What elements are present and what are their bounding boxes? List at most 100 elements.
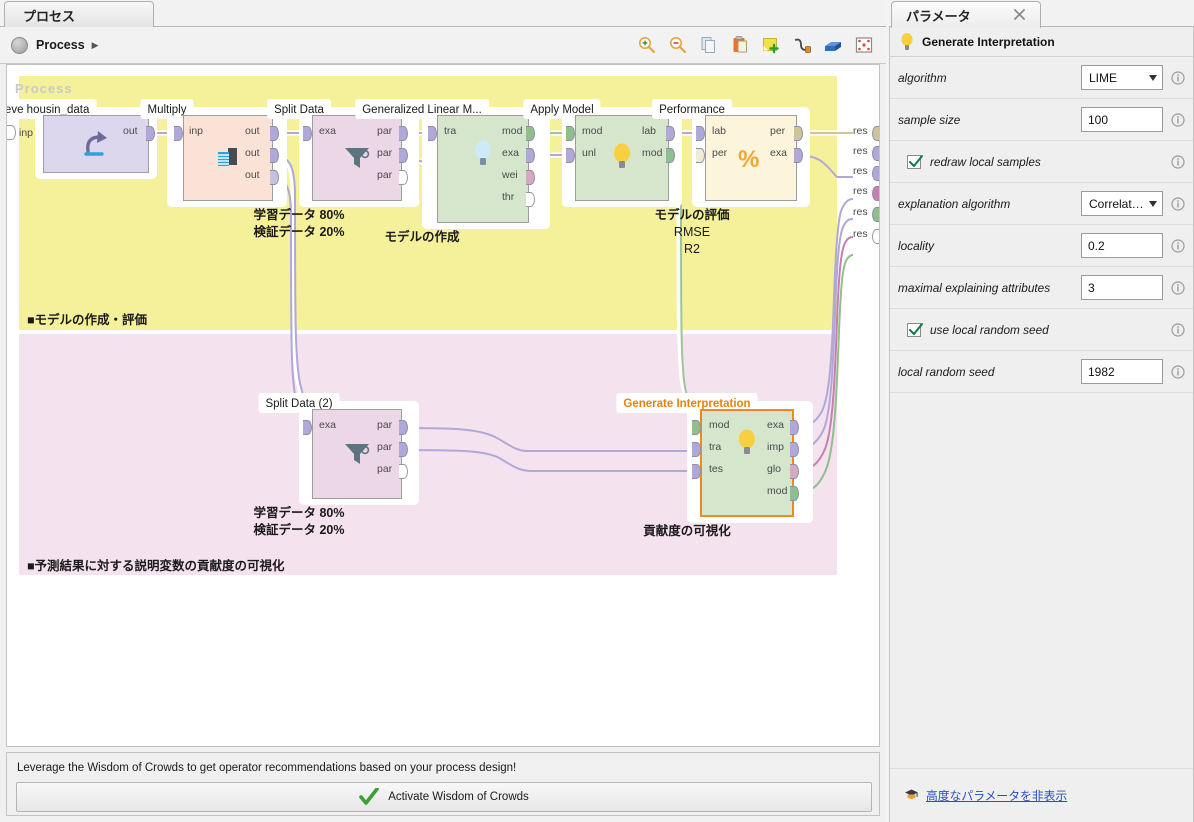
port-wei[interactable] <box>526 170 535 185</box>
note-line-1: 検証データ 20% <box>253 523 345 537</box>
zoom-in-icon[interactable] <box>637 35 657 55</box>
process-root-icon[interactable] <box>11 36 28 54</box>
auto-wire-icon[interactable] <box>792 35 812 55</box>
paste-icon[interactable] <box>730 35 750 55</box>
info-icon[interactable] <box>1171 112 1185 127</box>
param-combo-explanation-algorithm[interactable]: Correlat… <box>1081 191 1163 216</box>
note-line-1: RMSE <box>673 225 711 239</box>
port-par-2[interactable] <box>399 464 408 479</box>
param-input-locality[interactable]: 0.2 <box>1081 233 1163 258</box>
param-input-sample-size[interactable]: 100 <box>1081 107 1163 132</box>
port-label-par-2: par <box>377 169 393 181</box>
port-exa-out[interactable] <box>526 148 535 163</box>
port-inp-0[interactable] <box>174 126 183 141</box>
port-par-0[interactable] <box>399 420 408 435</box>
port-par-2[interactable] <box>399 170 408 185</box>
param-checkbox-use-local-random-seed[interactable] <box>907 322 923 337</box>
res-port-4[interactable] <box>872 207 879 222</box>
process-panel: プロセス Process ▶ Process ■モデルの作成・評価 ■予測結果に… <box>0 0 886 822</box>
port-thr[interactable] <box>526 192 535 207</box>
info-icon[interactable] <box>1171 238 1185 253</box>
percent-icon: % <box>738 146 759 172</box>
fit-to-screen-icon[interactable] <box>854 35 874 55</box>
res-port-5[interactable] <box>872 229 879 244</box>
layers-icon[interactable] <box>823 35 843 55</box>
port-per-out[interactable] <box>794 126 803 141</box>
port-mod-0[interactable] <box>526 126 535 141</box>
param-row-locality: locality 0.2 <box>890 225 1193 267</box>
info-icon[interactable] <box>1171 196 1185 211</box>
param-checkbox-redraw-local-samples[interactable] <box>907 154 923 169</box>
bulb-yellow-icon <box>901 33 913 50</box>
bulb-blue-icon <box>475 140 491 165</box>
port-label-par-1: par <box>377 441 393 453</box>
port-out-1[interactable] <box>270 148 279 163</box>
note-line-2: R2 <box>684 242 700 256</box>
zoom-out-icon[interactable] <box>668 35 688 55</box>
toggle-expert-parameters-link[interactable]: 高度なパラメータを非表示 <box>926 787 1067 804</box>
port-mod-in[interactable] <box>566 126 575 141</box>
param-value-algorithm: LIME <box>1089 70 1118 85</box>
port-glo[interactable] <box>790 464 799 479</box>
parameters-operator-header: Generate Interpretation <box>890 28 1193 57</box>
canvas-inp-port[interactable] <box>7 125 16 140</box>
port-tes[interactable] <box>692 464 701 479</box>
port-out-0[interactable] <box>270 126 279 141</box>
operator-body[interactable] <box>43 115 149 173</box>
process-toolbar: Process ▶ <box>0 27 886 64</box>
note-line-0: 学習データ 80% <box>253 208 345 222</box>
activate-wisdom-of-crowds-button[interactable]: Activate Wisdom of Crowds <box>16 782 872 812</box>
tab-parameters[interactable]: パラメータ <box>891 1 1041 28</box>
info-icon[interactable] <box>1171 280 1185 295</box>
port-par-1[interactable] <box>399 442 408 457</box>
info-icon[interactable] <box>1171 70 1185 85</box>
process-tabstrip: プロセス <box>0 0 886 28</box>
tab-parameters-label: パラメータ <box>906 8 971 24</box>
port-per-in[interactable] <box>696 148 705 163</box>
res-port-0[interactable] <box>872 126 879 141</box>
port-tra-0[interactable] <box>428 126 437 141</box>
port-mod-out[interactable] <box>790 486 799 501</box>
res-port-1[interactable] <box>872 146 879 161</box>
port-imp[interactable] <box>790 442 799 457</box>
port-out-0[interactable] <box>146 126 155 141</box>
port-lab-in[interactable] <box>696 126 705 141</box>
port-exa-out[interactable] <box>794 148 803 163</box>
port-mod-out[interactable] <box>666 148 675 163</box>
port-label-mod-in: mod <box>709 419 730 431</box>
operator-title: Multiply <box>147 104 187 116</box>
parameters-list: algorithm LIME sample size 100 redraw lo… <box>890 57 1193 393</box>
res-port-2[interactable] <box>872 166 879 181</box>
close-icon[interactable] <box>1013 8 1026 21</box>
param-label-explanation-algorithm: explanation algorithm <box>898 196 1011 211</box>
param-combo-algorithm[interactable]: LIME <box>1081 65 1163 90</box>
res-label-2: res <box>853 165 868 177</box>
param-input-local-random-seed[interactable]: 1982 <box>1081 359 1163 384</box>
param-input-maximal-explaining-attributes[interactable]: 3 <box>1081 275 1163 300</box>
port-lab[interactable] <box>666 126 675 141</box>
port-label-imp: imp <box>767 441 784 453</box>
add-note-icon[interactable] <box>761 35 781 55</box>
info-icon[interactable] <box>1171 364 1185 379</box>
res-port-3[interactable] <box>872 186 879 201</box>
port-exa-out[interactable] <box>790 420 799 435</box>
process-canvas[interactable]: model-build-eval Process ■モデルの作成・評価 ■予測結… <box>6 64 880 747</box>
param-value-maximal-explaining-attributes: 3 <box>1088 280 1095 295</box>
port-mod-in[interactable] <box>692 420 701 435</box>
port-tra[interactable] <box>692 442 701 457</box>
operator-note: モデルの評価 RMSE R2 <box>654 207 729 258</box>
info-icon[interactable] <box>1171 154 1185 169</box>
port-exa-0[interactable] <box>303 420 312 435</box>
tab-process[interactable]: プロセス <box>4 1 154 28</box>
breadcrumb-process[interactable]: Process <box>36 38 85 52</box>
port-out-2[interactable] <box>270 170 279 185</box>
info-icon[interactable] <box>1171 322 1185 337</box>
chevron-down-icon <box>1149 74 1157 81</box>
port-par-1[interactable] <box>399 148 408 163</box>
green-check-icon <box>359 788 379 805</box>
port-exa-0[interactable] <box>303 126 312 141</box>
port-par-0[interactable] <box>399 126 408 141</box>
copy-icon[interactable] <box>699 35 719 55</box>
port-unl[interactable] <box>566 148 575 163</box>
check-icon <box>909 322 923 335</box>
